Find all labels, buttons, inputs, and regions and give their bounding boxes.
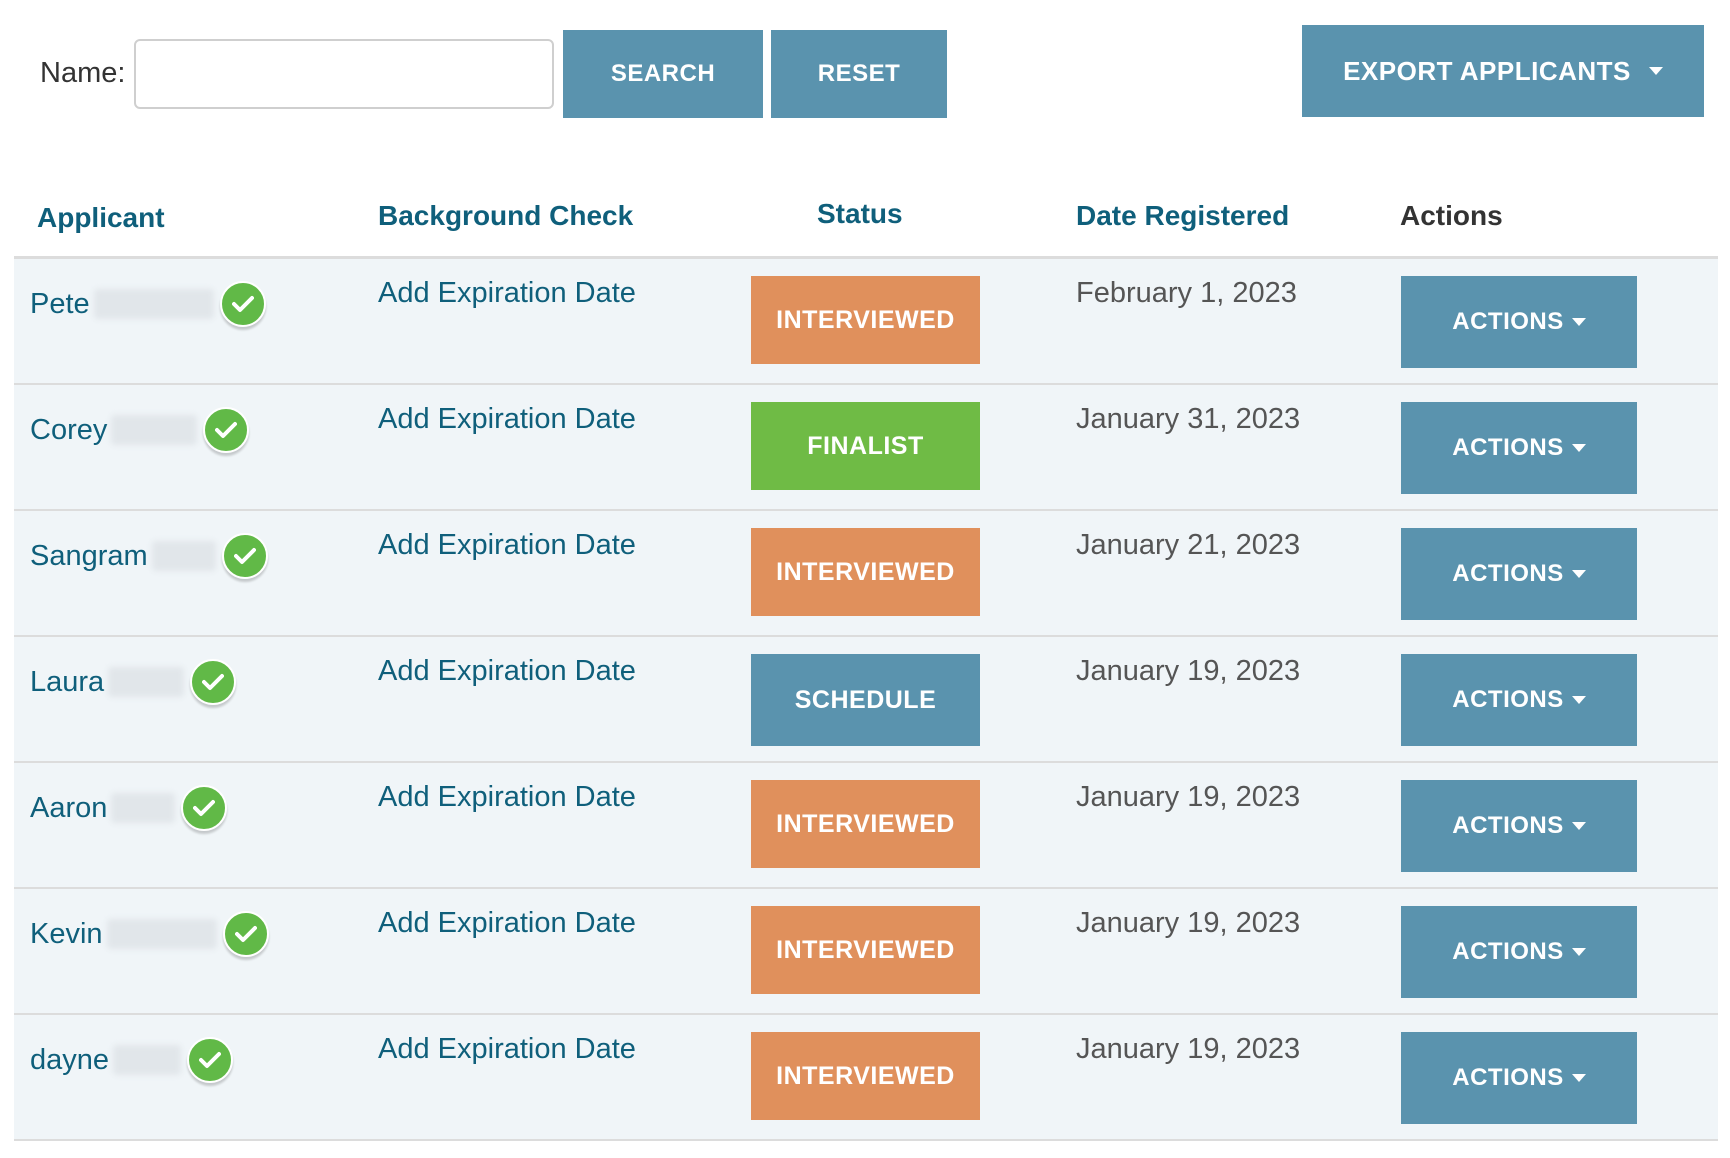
reset-button[interactable]: RESET xyxy=(771,30,947,118)
applicant-cell: Sangram xyxy=(30,533,268,579)
actions-dropdown-button[interactable]: ACTIONS xyxy=(1401,276,1637,368)
date-registered: January 19, 2023 xyxy=(1076,655,1301,687)
applicant-name-link[interactable]: Pete xyxy=(30,288,90,321)
redacted-surname xyxy=(111,415,198,445)
actions-label: ACTIONS xyxy=(1452,308,1564,335)
actions-dropdown-button[interactable]: ACTIONS xyxy=(1401,654,1637,746)
applicant-cell: Corey xyxy=(30,407,250,453)
actions-dropdown-button[interactable]: ACTIONS xyxy=(1401,1032,1637,1124)
actions-label: ACTIONS xyxy=(1452,1064,1564,1091)
applicant-name-link[interactable]: Aaron xyxy=(30,792,107,825)
applicant-cell: Pete xyxy=(30,281,266,327)
applicant-name-link[interactable]: dayne xyxy=(30,1044,109,1077)
add-expiration-date-link[interactable]: Add Expiration Date xyxy=(378,277,636,310)
caret-down-icon xyxy=(1648,67,1663,75)
status-button[interactable]: INTERVIEWED xyxy=(751,780,980,868)
name-search-input[interactable] xyxy=(134,39,554,109)
applicant-cell: Laura xyxy=(30,659,237,705)
applicant-table-body: Pete Add Expiration Date INTERVIEWED Feb… xyxy=(14,259,1718,1141)
table-row: Aaron Add Expiration Date INTERVIEWED Ja… xyxy=(14,763,1718,889)
status-button[interactable]: INTERVIEWED xyxy=(751,906,980,994)
applicant-name-link[interactable]: Kevin xyxy=(30,918,103,951)
export-applicants-label: EXPORT APPLICANTS xyxy=(1343,55,1631,86)
table-row: Corey Add Expiration Date FINALIST Janua… xyxy=(14,385,1718,511)
status-button[interactable]: INTERVIEWED xyxy=(751,276,980,364)
status-button[interactable]: INTERVIEWED xyxy=(751,1032,980,1120)
table-row: Kevin Add Expiration Date INTERVIEWED Ja… xyxy=(14,889,1718,1015)
table-row: dayne Add Expiration Date INTERVIEWED Ja… xyxy=(14,1015,1718,1141)
actions-dropdown-button[interactable]: ACTIONS xyxy=(1401,780,1637,872)
header-actions: Actions xyxy=(1400,200,1503,231)
check-circle-icon xyxy=(181,785,228,831)
actions-dropdown-button[interactable]: ACTIONS xyxy=(1401,402,1637,494)
applicant-name-link[interactable]: Sangram xyxy=(30,540,148,573)
status-button[interactable]: INTERVIEWED xyxy=(751,528,980,616)
redacted-surname xyxy=(108,667,185,697)
actions-label: ACTIONS xyxy=(1452,434,1564,461)
redacted-surname xyxy=(106,919,217,949)
date-registered: January 31, 2023 xyxy=(1076,403,1301,435)
redacted-surname xyxy=(151,541,216,571)
caret-down-icon xyxy=(1571,696,1586,704)
applicant-name-link[interactable]: Laura xyxy=(30,666,104,699)
applicant-cell: dayne xyxy=(30,1037,234,1083)
actions-dropdown-button[interactable]: ACTIONS xyxy=(1401,906,1637,998)
actions-label: ACTIONS xyxy=(1452,812,1564,839)
actions-dropdown-button[interactable]: ACTIONS xyxy=(1401,528,1637,620)
redacted-surname xyxy=(111,793,176,823)
header-date-registered[interactable]: Date Registered xyxy=(1076,200,1289,232)
header-status[interactable]: Status xyxy=(817,198,903,230)
check-circle-icon xyxy=(219,281,266,327)
header-applicant[interactable]: Applicant xyxy=(37,202,165,234)
caret-down-icon xyxy=(1571,1074,1586,1082)
actions-label: ACTIONS xyxy=(1452,560,1564,587)
status-button[interactable]: FINALIST xyxy=(751,402,980,490)
table-row: Sangram Add Expiration Date INTERVIEWED … xyxy=(14,511,1718,637)
date-registered: January 19, 2023 xyxy=(1076,781,1301,813)
caret-down-icon xyxy=(1571,318,1586,326)
date-registered: January 21, 2023 xyxy=(1076,529,1301,561)
check-circle-icon xyxy=(203,407,250,453)
table-row: Pete Add Expiration Date INTERVIEWED Feb… xyxy=(14,259,1718,385)
add-expiration-date-link[interactable]: Add Expiration Date xyxy=(378,529,636,562)
caret-down-icon xyxy=(1571,948,1586,956)
add-expiration-date-link[interactable]: Add Expiration Date xyxy=(378,781,636,814)
actions-label: ACTIONS xyxy=(1452,938,1564,965)
name-label: Name: xyxy=(40,57,126,89)
caret-down-icon xyxy=(1571,444,1586,452)
actions-label: ACTIONS xyxy=(1452,686,1564,713)
add-expiration-date-link[interactable]: Add Expiration Date xyxy=(378,655,636,688)
applicant-cell: Aaron xyxy=(30,785,228,831)
date-registered: January 19, 2023 xyxy=(1076,907,1301,939)
table-row: Laura Add Expiration Date SCHEDULE Janua… xyxy=(14,637,1718,763)
export-applicants-button[interactable]: EXPORT APPLICANTS xyxy=(1302,25,1704,117)
search-button[interactable]: SEARCH xyxy=(563,30,763,118)
check-circle-icon xyxy=(187,1037,234,1083)
date-registered: January 19, 2023 xyxy=(1076,1033,1301,1065)
add-expiration-date-link[interactable]: Add Expiration Date xyxy=(378,1033,636,1066)
redacted-surname xyxy=(113,1045,182,1075)
check-circle-icon xyxy=(190,659,237,705)
add-expiration-date-link[interactable]: Add Expiration Date xyxy=(378,403,636,436)
status-button[interactable]: SCHEDULE xyxy=(751,654,980,746)
header-background-check[interactable]: Background Check xyxy=(378,200,633,232)
caret-down-icon xyxy=(1571,570,1586,578)
date-registered: February 1, 2023 xyxy=(1076,277,1297,309)
caret-down-icon xyxy=(1571,822,1586,830)
applicant-name-link[interactable]: Corey xyxy=(30,414,107,447)
redacted-surname xyxy=(93,289,214,319)
applicant-cell: Kevin xyxy=(30,911,269,957)
table-header: Applicant Background Check Status Date R… xyxy=(0,190,1730,256)
add-expiration-date-link[interactable]: Add Expiration Date xyxy=(378,907,636,940)
check-circle-icon xyxy=(222,911,269,957)
check-circle-icon xyxy=(221,533,268,579)
